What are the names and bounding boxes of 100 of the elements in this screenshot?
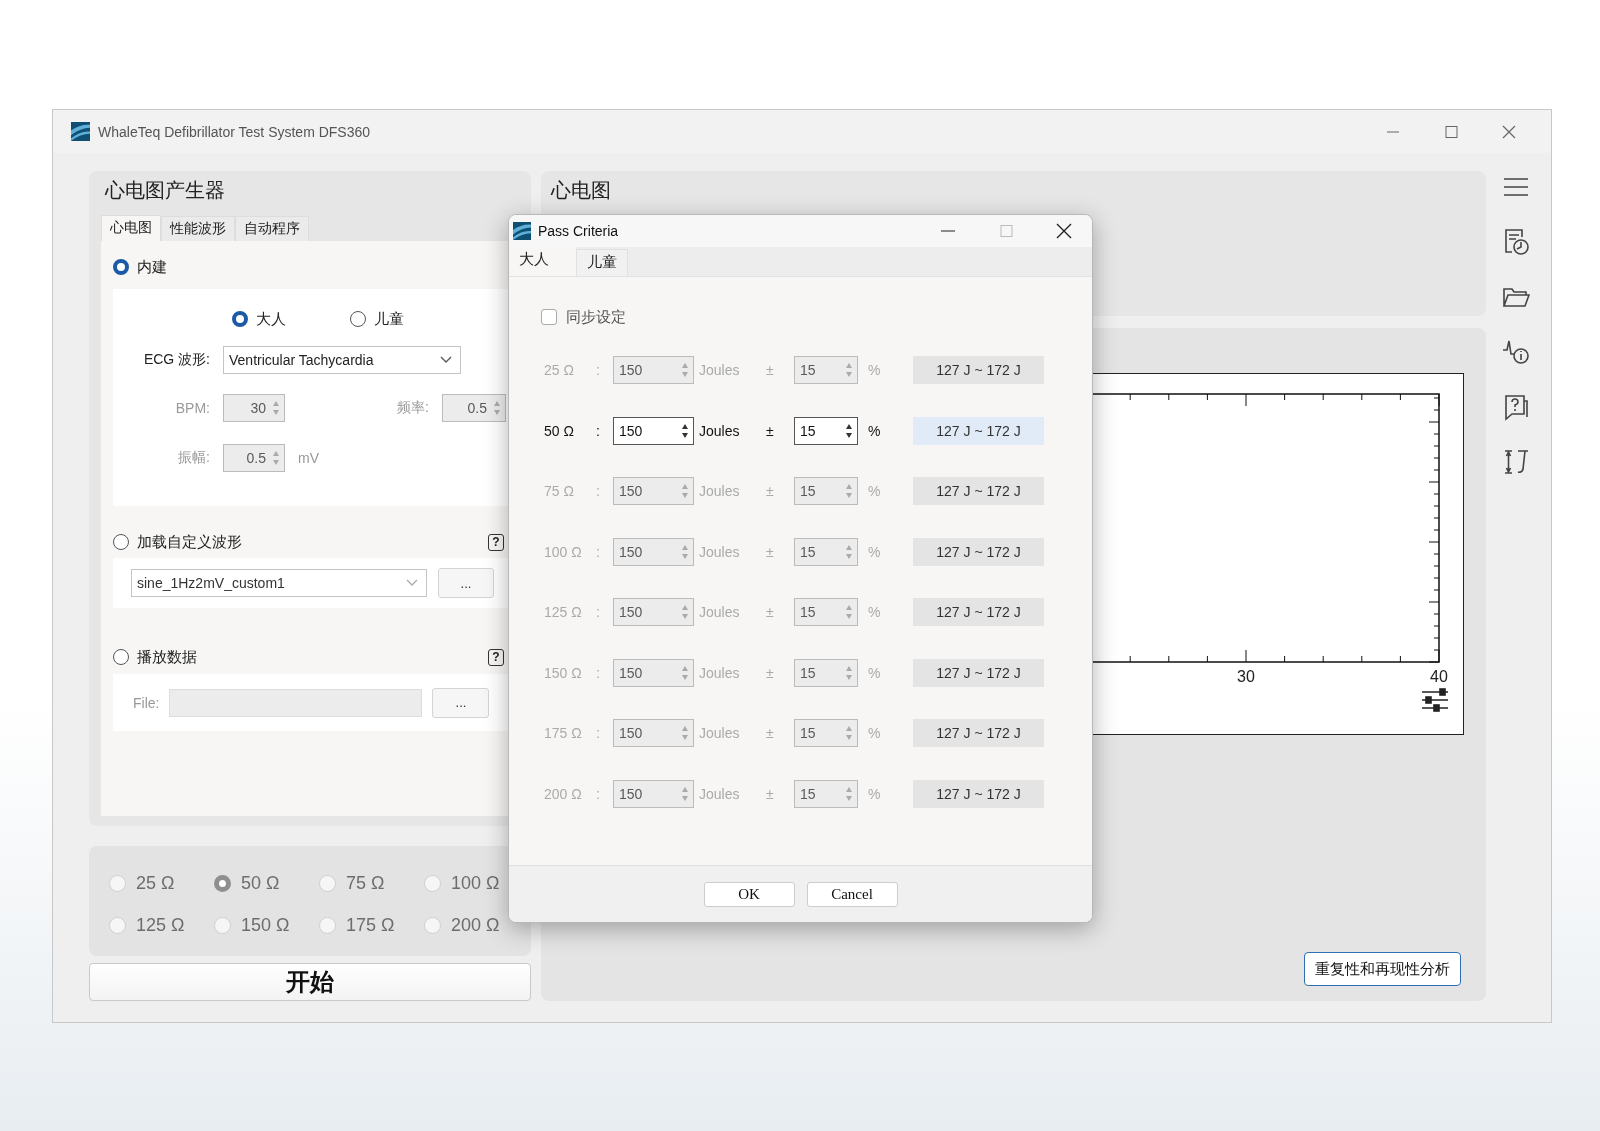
cancel-button[interactable]: Cancel bbox=[806, 881, 898, 907]
plus-minus-label: ± bbox=[765, 604, 775, 620]
unit-label: % bbox=[867, 543, 882, 560]
start-button[interactable]: 开始 bbox=[89, 963, 531, 1001]
help-button[interactable]: ? bbox=[488, 533, 504, 551]
option-label: 100 Ω bbox=[451, 872, 500, 894]
document-clock-icon[interactable] bbox=[1502, 228, 1530, 256]
help-button[interactable]: ? bbox=[488, 648, 504, 666]
plus-minus-label: ± bbox=[765, 664, 775, 681]
analysis-button[interactable]: 重复性和再现性分析 bbox=[1304, 952, 1461, 986]
plus-minus-label: ± bbox=[765, 483, 775, 499]
app-logo-icon bbox=[513, 222, 531, 240]
field-label: 频率: bbox=[396, 399, 430, 417]
axis-tick-label: 30 bbox=[1237, 668, 1255, 685]
option-label: 175 Ω bbox=[346, 914, 395, 936]
unit-label: % bbox=[867, 483, 882, 499]
option-label: 150 Ω bbox=[241, 914, 290, 936]
energy-range-label: 127 J ~ 172 J bbox=[913, 416, 1044, 445]
tab[interactable]: 大人 bbox=[509, 247, 576, 276]
tab[interactable]: 心电图 bbox=[101, 215, 161, 241]
plus-minus-label: ± bbox=[765, 543, 775, 560]
unit-label: % bbox=[867, 785, 882, 802]
separator-label: : bbox=[596, 362, 601, 378]
load-label: 50 Ω bbox=[544, 422, 575, 439]
field-label: File: bbox=[133, 694, 160, 711]
ok-button[interactable]: OK bbox=[703, 881, 795, 907]
unit-label: Joules bbox=[698, 785, 741, 802]
checkbox[interactable] bbox=[541, 309, 557, 325]
unit-label: Joules bbox=[698, 664, 741, 681]
plus-minus-label: ± bbox=[765, 422, 775, 439]
option-label: 200 Ω bbox=[451, 914, 500, 936]
dialog-title: Pass Criteria bbox=[538, 223, 620, 239]
plus-minus-label: ± bbox=[765, 362, 775, 378]
unit-label: Joules bbox=[698, 543, 741, 560]
unit-label: Joules bbox=[698, 422, 741, 439]
axis-tick-label: 40 bbox=[1430, 668, 1448, 685]
option-label: 25 Ω bbox=[136, 872, 175, 894]
energy-range-label: 127 J ~ 172 J bbox=[913, 658, 1044, 687]
sliders-icon[interactable] bbox=[1421, 688, 1449, 712]
tab[interactable]: 性能波形 bbox=[161, 216, 235, 241]
separator-label: : bbox=[596, 604, 601, 620]
panel-title: 心电图 bbox=[549, 178, 612, 203]
browse-button[interactable]: ... bbox=[432, 687, 490, 718]
separator-label: : bbox=[596, 785, 601, 802]
field-label: 振幅: bbox=[177, 449, 211, 467]
radio-button[interactable] bbox=[113, 649, 129, 665]
separator-label: : bbox=[596, 664, 601, 681]
help-document-icon[interactable] bbox=[1502, 393, 1530, 421]
option-label: 加载自定义波形 bbox=[137, 532, 242, 552]
radio-button[interactable] bbox=[214, 874, 231, 892]
energy-range-label: 127 J ~ 172 J bbox=[913, 356, 1044, 384]
option-label: 大人 bbox=[256, 309, 286, 329]
option-label: 内建 bbox=[137, 257, 167, 277]
tab[interactable]: 自动程序 bbox=[235, 216, 309, 241]
unit-label: % bbox=[867, 725, 882, 741]
energy-range-label: 127 J ~ 172 J bbox=[913, 719, 1044, 747]
option-label: 125 Ω bbox=[136, 914, 185, 936]
checkbox-label: 同步设定 bbox=[566, 307, 626, 327]
field-label: ECG 波形: bbox=[142, 351, 211, 369]
window-title: WhaleTeq Defibrillator Test System DFS360 bbox=[98, 123, 372, 140]
plus-minus-label: ± bbox=[765, 785, 775, 802]
plus-minus-label: ± bbox=[765, 725, 775, 741]
unit-label: Joules bbox=[698, 362, 741, 378]
option-label: 播放数据 bbox=[137, 647, 197, 667]
load-label: 100 Ω bbox=[544, 543, 583, 560]
radio-button[interactable] bbox=[113, 534, 129, 550]
load-label: 175 Ω bbox=[544, 725, 583, 741]
number-field[interactable]: 15 bbox=[794, 416, 858, 445]
i-beam-icon[interactable] bbox=[1502, 448, 1530, 476]
file-dropdown[interactable]: sine_1Hz2mV_custom1 bbox=[131, 569, 427, 597]
load-label: 75 Ω bbox=[544, 483, 575, 499]
energy-range-label: 127 J ~ 172 J bbox=[913, 477, 1044, 505]
radio-button[interactable] bbox=[232, 311, 248, 327]
energy-range-label: 127 J ~ 172 J bbox=[913, 537, 1044, 566]
waveform-dropdown[interactable]: Ventricular Tachycardia bbox=[223, 346, 461, 374]
unit-label: Joules bbox=[698, 725, 741, 741]
radio-button[interactable] bbox=[350, 311, 366, 327]
file-path-field[interactable] bbox=[169, 688, 423, 717]
unit-label: % bbox=[867, 362, 882, 378]
load-label: 25 Ω bbox=[544, 362, 575, 378]
separator-label: : bbox=[596, 422, 601, 439]
unit-label: Joules bbox=[698, 483, 741, 499]
chevron-down-icon[interactable] bbox=[440, 356, 452, 364]
number-field[interactable]: 150 bbox=[613, 416, 694, 445]
radio-button[interactable] bbox=[113, 259, 129, 275]
load-label: 125 Ω bbox=[544, 604, 583, 620]
option-label: 50 Ω bbox=[241, 872, 280, 894]
energy-range-label: 127 J ~ 172 J bbox=[913, 598, 1044, 626]
browse-button[interactable]: ... bbox=[438, 568, 494, 598]
load-label: 200 Ω bbox=[544, 785, 583, 802]
load-label: 150 Ω bbox=[544, 664, 583, 681]
unit-label: % bbox=[867, 604, 882, 620]
app-logo-icon bbox=[71, 122, 90, 141]
separator-label: : bbox=[596, 725, 601, 741]
waveform-info-icon[interactable] bbox=[1502, 338, 1530, 366]
energy-range-label: 127 J ~ 172 J bbox=[913, 779, 1044, 808]
tab[interactable]: 儿童 bbox=[576, 249, 628, 276]
option-label: 儿童 bbox=[374, 309, 404, 329]
option-label: 75 Ω bbox=[346, 872, 385, 894]
unit-label: % bbox=[867, 664, 882, 681]
